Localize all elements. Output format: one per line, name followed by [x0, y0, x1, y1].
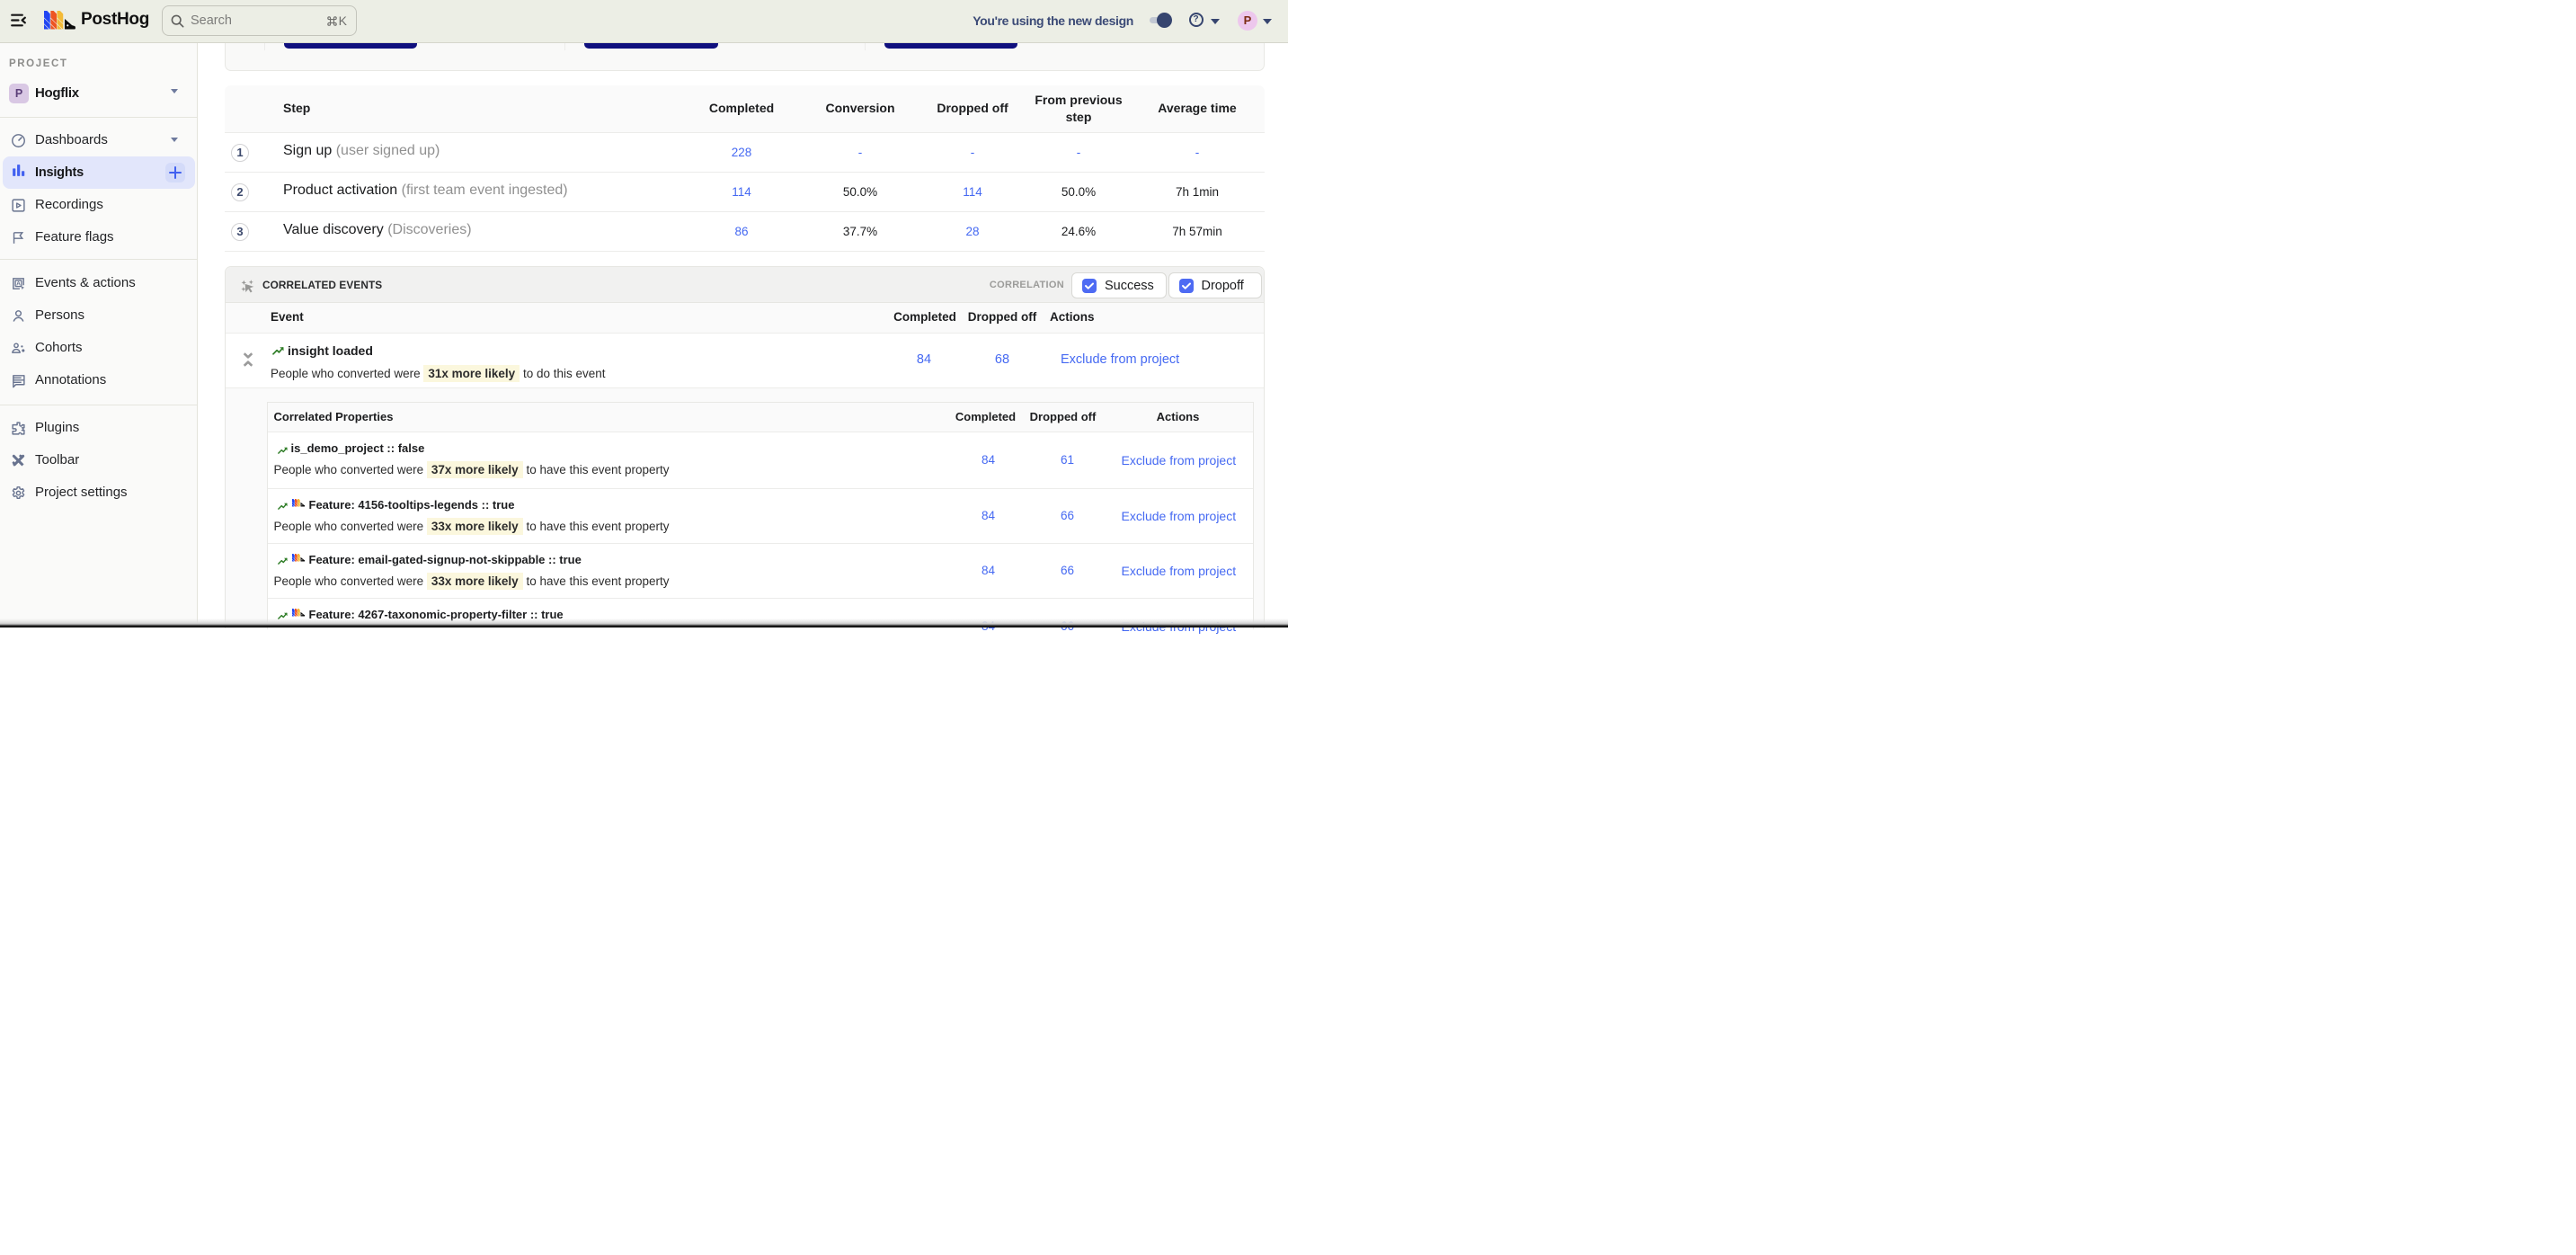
svg-text:A: A — [16, 281, 21, 288]
